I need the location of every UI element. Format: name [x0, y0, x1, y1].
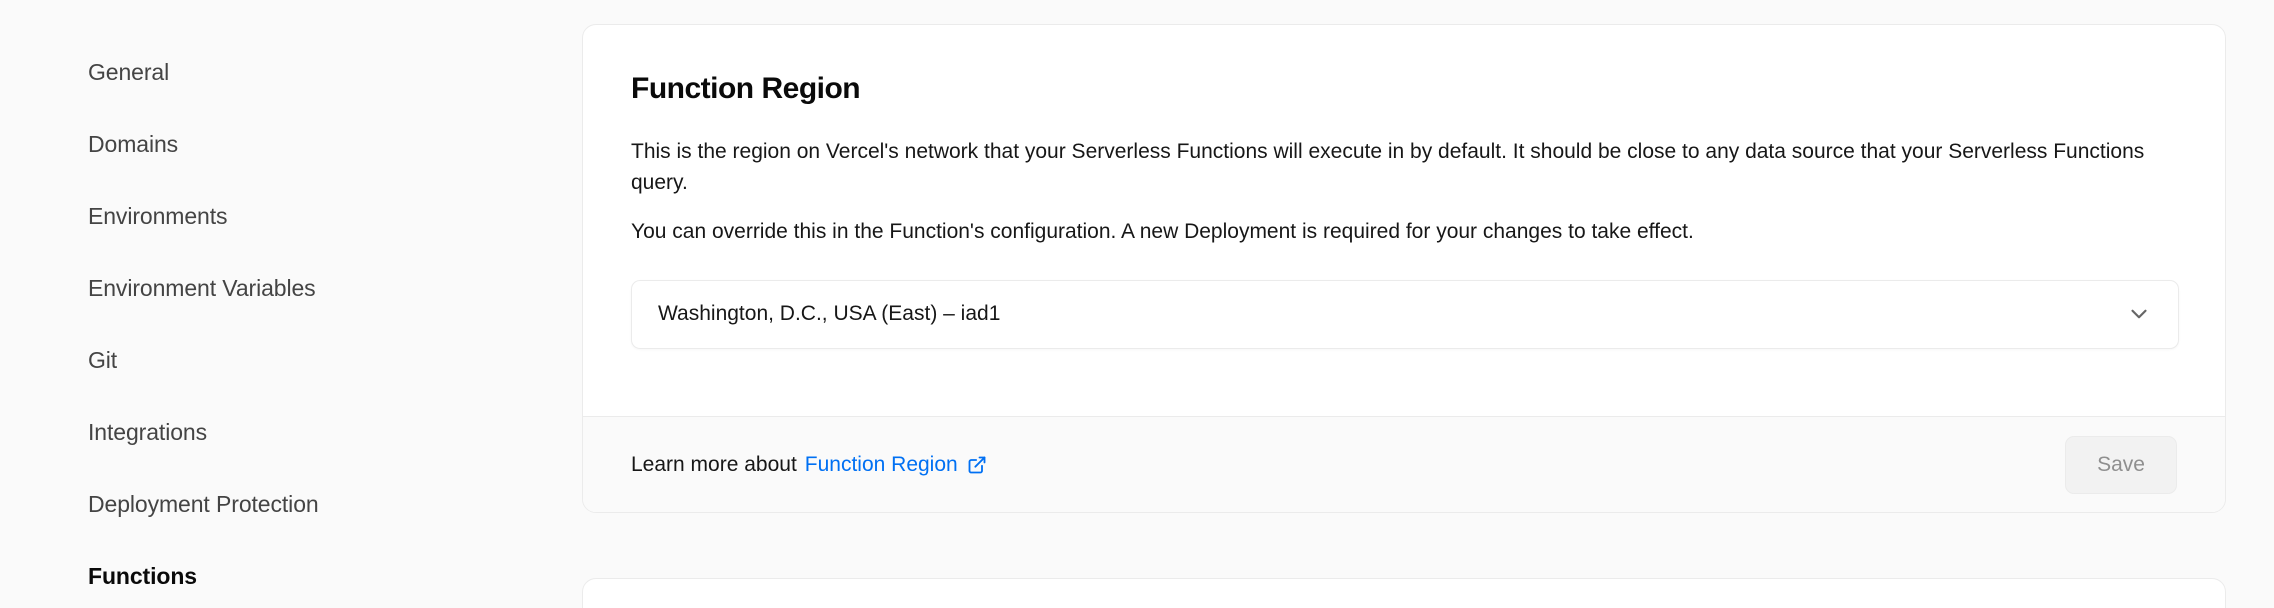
learn-more-prefix: Learn more about: [631, 452, 797, 476]
sidebar-item-label: Integrations: [88, 418, 207, 445]
function-region-card: Function Region This is the region on Ve…: [582, 24, 2226, 513]
sidebar-item-domains[interactable]: Domains: [0, 108, 582, 180]
sidebar-item-environments[interactable]: Environments: [0, 180, 582, 252]
function-region-docs-link-label: Function Region: [804, 452, 958, 476]
sidebar-item-label: Environments: [88, 202, 228, 229]
settings-sidebar: General Domains Environments Environment…: [0, 0, 582, 608]
sidebar-item-functions[interactable]: Functions: [0, 540, 582, 608]
external-link-icon: [968, 456, 986, 473]
learn-more-text: Learn more about Function Region: [631, 453, 987, 477]
page-title: Function Region: [631, 72, 861, 105]
region-select-value: Washington, D.C., USA (East) – iad1: [658, 302, 1001, 326]
sidebar-item-label: Deployment Protection: [88, 490, 319, 517]
chevron-down-icon: [2131, 309, 2147, 319]
sidebar-item-integrations[interactable]: Integrations: [0, 396, 582, 468]
sidebar-item-general[interactable]: General: [0, 36, 582, 108]
sidebar-item-label: General: [88, 58, 170, 85]
function-region-card-body: Function Region This is the region on Ve…: [583, 25, 2225, 349]
sidebar-item-environment-variables[interactable]: Environment Variables: [0, 252, 582, 324]
save-button[interactable]: Save: [2065, 435, 2177, 494]
settings-page: General Domains Environments Environment…: [0, 0, 2274, 608]
sidebar-item-git[interactable]: Git: [0, 324, 582, 396]
sidebar-item-label: Environment Variables: [88, 274, 316, 301]
settings-main: Function Region This is the region on Ve…: [582, 0, 2274, 608]
sidebar-item-label: Functions: [88, 562, 197, 589]
function-region-docs-link[interactable]: Function Region: [805, 453, 987, 477]
sidebar-item-label: Git: [88, 346, 118, 373]
region-select[interactable]: Washington, D.C., USA (East) – iad1: [631, 279, 2179, 349]
next-settings-card: [582, 578, 2226, 608]
function-region-description-primary: This is the region on Vercel's network t…: [631, 140, 2145, 194]
function-region-card-footer: Learn more about Function Region Save: [583, 416, 2225, 512]
function-region-description-secondary: You can override this in the Function's …: [631, 219, 1694, 243]
sidebar-item-label: Domains: [88, 130, 179, 157]
region-select-wrapper: Washington, D.C., USA (East) – iad1: [631, 279, 2179, 349]
sidebar-item-deployment-protection[interactable]: Deployment Protection: [0, 468, 582, 540]
